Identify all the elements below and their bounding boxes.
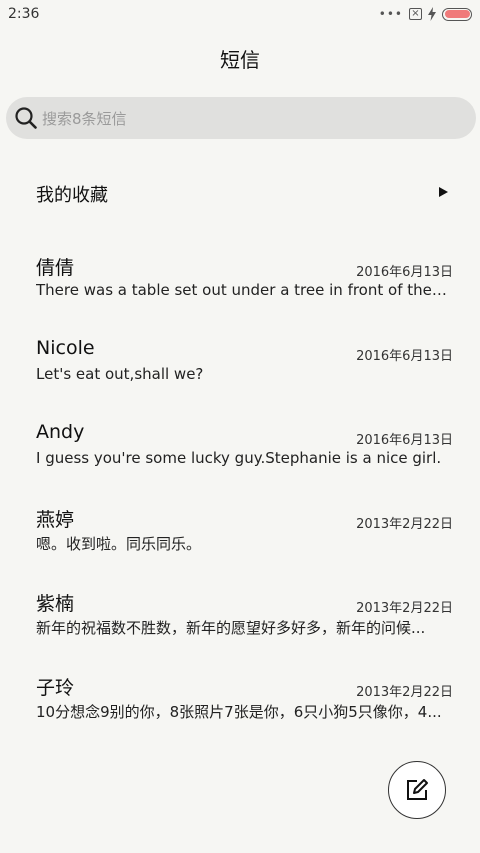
conversation-item[interactable]: 燕婷 2013年2月22日 嗯。收到啦。同乐同乐。 bbox=[0, 492, 480, 576]
charging-bolt-icon bbox=[428, 7, 436, 21]
conversation-date: 2013年2月22日 bbox=[356, 685, 453, 700]
conversation-name: Andy bbox=[36, 421, 85, 443]
search-input[interactable]: 搜索8条短信 bbox=[42, 108, 127, 129]
favorites-label: 我的收藏 bbox=[36, 185, 108, 206]
conversation-name: 燕婷 bbox=[36, 509, 75, 531]
conversation-item[interactable]: 子玲 2013年2月22日 10分想念9别的你，8张照片7张是你，6只小狗5只像… bbox=[0, 660, 480, 744]
conversation-preview: I guess you're some lucky guy.Stephanie … bbox=[36, 449, 442, 467]
conversation-item[interactable]: 紫楠 2013年2月22日 新年的祝福数不胜数，新年的愿望好多好多，新年的问候.… bbox=[0, 576, 480, 660]
conversation-name: 倩倩 bbox=[36, 257, 75, 279]
more-dots-icon: ••• bbox=[378, 7, 403, 21]
conversation-date: 2016年6月13日 bbox=[356, 349, 453, 364]
conversation-preview: Let's eat out,shall we? bbox=[36, 365, 204, 383]
favorites-row[interactable]: 我的收藏 bbox=[0, 170, 480, 216]
conversation-preview: 嗯。收到啦。同乐同乐。 bbox=[36, 535, 202, 553]
conversation-preview: 10分想念9别的你，8张照片7张是你，6只小狗5只像你，4... bbox=[36, 703, 442, 721]
triangle-right-icon bbox=[439, 187, 448, 197]
sim-card-icon: × bbox=[409, 8, 422, 20]
conversation-name: 紫楠 bbox=[36, 593, 75, 615]
compose-edit-icon bbox=[407, 779, 428, 800]
conversation-date: 2013年2月22日 bbox=[356, 601, 453, 616]
conversation-name: 子玲 bbox=[36, 677, 75, 699]
conversation-preview: There was a table set out under a tree i… bbox=[36, 281, 451, 299]
page-title: 短信 bbox=[220, 48, 260, 72]
status-time: 2:36 bbox=[8, 6, 40, 22]
battery-icon bbox=[442, 7, 472, 21]
conversation-preview: 新年的祝福数不胜数，新年的愿望好多好多，新年的问候... bbox=[36, 619, 426, 637]
status-bar: 2:36 ••• × bbox=[0, 0, 480, 28]
conversation-list: 倩倩 2016年6月13日 There was a table set out … bbox=[0, 240, 480, 744]
conversation-date: 2013年2月22日 bbox=[356, 517, 453, 532]
conversation-item[interactable]: 倩倩 2016年6月13日 There was a table set out … bbox=[0, 240, 480, 324]
compose-button[interactable] bbox=[388, 761, 446, 819]
status-icons: ••• × bbox=[379, 6, 472, 22]
conversation-item[interactable]: Andy 2016年6月13日 I guess you're some luck… bbox=[0, 408, 480, 492]
conversation-name: Nicole bbox=[36, 337, 95, 359]
search-bar[interactable]: 搜索8条短信 bbox=[6, 97, 476, 139]
conversation-date: 2016年6月13日 bbox=[356, 265, 453, 280]
conversation-item[interactable]: Nicole 2016年6月13日 Let's eat out,shall we… bbox=[0, 324, 480, 408]
search-icon bbox=[15, 107, 37, 129]
conversation-date: 2016年6月13日 bbox=[356, 433, 453, 448]
battery-level bbox=[444, 10, 470, 18]
